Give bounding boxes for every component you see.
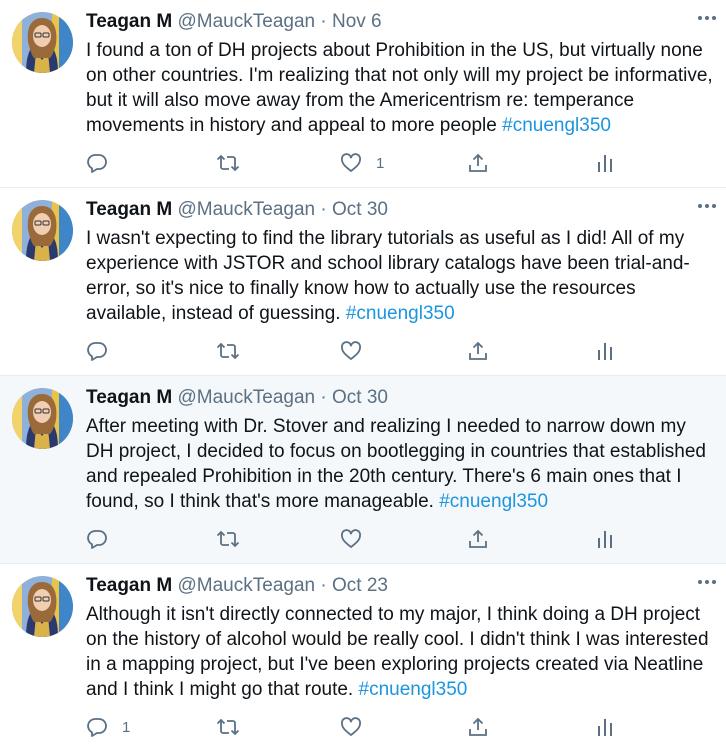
- analytics-button[interactable]: [594, 340, 616, 362]
- reply-button[interactable]: [86, 152, 122, 174]
- share-button[interactable]: [467, 716, 489, 738]
- separator: ·: [320, 199, 327, 220]
- tweet-actions: 1: [86, 152, 726, 174]
- share-button[interactable]: [467, 528, 489, 550]
- tweet[interactable]: Teagan M @MauckTeagan · Nov 6 I found a …: [0, 0, 726, 188]
- tweet-header: Teagan M @MauckTeagan · Oct 30: [86, 386, 726, 410]
- like-button[interactable]: [340, 716, 376, 738]
- analytics-icon: [594, 340, 616, 362]
- tweet-date[interactable]: Oct 23: [332, 575, 388, 596]
- tweet-actions: [86, 528, 726, 550]
- share-icon: [467, 340, 489, 362]
- display-name[interactable]: Teagan M: [86, 387, 172, 408]
- separator: ·: [320, 11, 327, 32]
- like-count: 1: [376, 154, 385, 172]
- display-name[interactable]: Teagan M: [86, 199, 172, 220]
- reply-button[interactable]: 1: [86, 716, 130, 738]
- share-icon: [467, 716, 489, 738]
- more-icon[interactable]: [696, 198, 718, 214]
- handle[interactable]: @MauckTeagan: [178, 199, 316, 220]
- like-button[interactable]: [340, 340, 376, 362]
- tweet-text: I found a ton of DH projects about Prohi…: [86, 38, 718, 138]
- like-button[interactable]: 1: [340, 152, 384, 174]
- display-name[interactable]: Teagan M: [86, 575, 172, 596]
- avatar[interactable]: [12, 200, 73, 261]
- hashtag-link[interactable]: #cnuengl350: [502, 115, 611, 136]
- tweet-actions: 1: [86, 716, 726, 738]
- retweet-icon: [216, 340, 240, 362]
- tweet-date[interactable]: Oct 30: [332, 387, 388, 408]
- analytics-icon: [594, 528, 616, 550]
- tweet-feed: Teagan M @MauckTeagan · Nov 6 I found a …: [0, 0, 726, 747]
- retweet-icon: [216, 528, 240, 550]
- separator: ·: [320, 387, 327, 408]
- retweet-button[interactable]: [216, 528, 240, 550]
- retweet-button[interactable]: [216, 340, 240, 362]
- like-icon: [340, 716, 362, 738]
- separator: ·: [320, 575, 327, 596]
- hashtag-link[interactable]: #cnuengl350: [439, 491, 548, 512]
- tweet[interactable]: Teagan M @MauckTeagan · Oct 23 Although …: [0, 564, 726, 747]
- avatar[interactable]: [12, 576, 73, 637]
- handle[interactable]: @MauckTeagan: [178, 387, 316, 408]
- more-icon[interactable]: [696, 574, 718, 590]
- tweet-text: Although it isn't directly connected to …: [86, 602, 718, 702]
- hashtag-link[interactable]: #cnuengl350: [359, 679, 468, 700]
- reply-icon: [86, 340, 108, 362]
- tweet-actions: [86, 340, 726, 362]
- avatar[interactable]: [12, 12, 73, 73]
- hashtag-link[interactable]: #cnuengl350: [346, 303, 455, 324]
- retweet-icon: [216, 152, 240, 174]
- tweet-body: I found a ton of DH projects about Prohi…: [86, 40, 713, 136]
- retweet-button[interactable]: [216, 152, 240, 174]
- tweet-text: After meeting with Dr. Stover and realiz…: [86, 414, 718, 514]
- analytics-icon: [594, 716, 616, 738]
- reply-icon: [86, 716, 108, 738]
- reply-button[interactable]: [86, 340, 122, 362]
- tweet-text: I wasn't expecting to find the library t…: [86, 226, 718, 326]
- avatar[interactable]: [12, 388, 73, 449]
- tweet-header: Teagan M @MauckTeagan · Oct 23: [86, 574, 726, 598]
- analytics-button[interactable]: [594, 528, 616, 550]
- tweet-date[interactable]: Nov 6: [332, 11, 382, 32]
- handle[interactable]: @MauckTeagan: [178, 575, 316, 596]
- reply-count: 1: [122, 718, 131, 736]
- tweet[interactable]: Teagan M @MauckTeagan · Oct 30 I wasn't …: [0, 188, 726, 376]
- analytics-icon: [594, 152, 616, 174]
- tweet[interactable]: Teagan M @MauckTeagan · Oct 30 After mee…: [0, 376, 726, 564]
- share-icon: [467, 152, 489, 174]
- share-button[interactable]: [467, 340, 489, 362]
- retweet-icon: [216, 716, 240, 738]
- tweet-header: Teagan M @MauckTeagan · Oct 30: [86, 198, 726, 222]
- analytics-button[interactable]: [594, 716, 616, 738]
- like-button[interactable]: [340, 528, 376, 550]
- more-icon[interactable]: [696, 10, 718, 26]
- tweet-header: Teagan M @MauckTeagan · Nov 6: [86, 10, 726, 34]
- tweet-date[interactable]: Oct 30: [332, 199, 388, 220]
- like-icon: [340, 340, 362, 362]
- analytics-button[interactable]: [594, 152, 616, 174]
- reply-icon: [86, 152, 108, 174]
- retweet-button[interactable]: [216, 716, 240, 738]
- reply-icon: [86, 528, 108, 550]
- reply-button[interactable]: [86, 528, 122, 550]
- display-name[interactable]: Teagan M: [86, 11, 172, 32]
- share-button[interactable]: [467, 152, 489, 174]
- tweet-body: After meeting with Dr. Stover and realiz…: [86, 416, 706, 512]
- like-icon: [340, 528, 362, 550]
- like-icon: [340, 152, 362, 174]
- share-icon: [467, 528, 489, 550]
- handle[interactable]: @MauckTeagan: [178, 11, 316, 32]
